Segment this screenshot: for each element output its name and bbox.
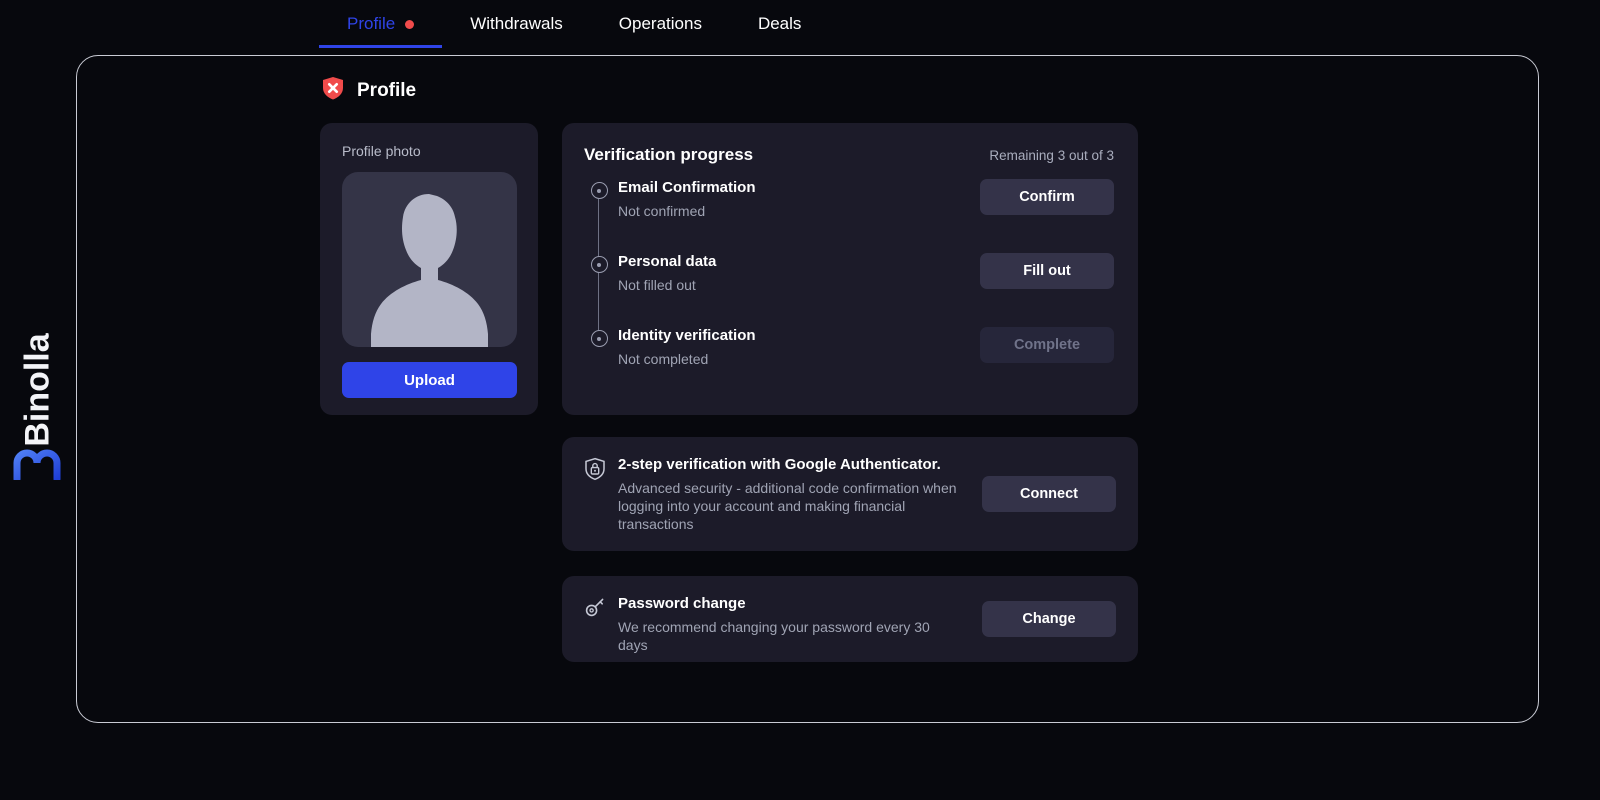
profile-photo-card: Profile photo Upload (320, 123, 538, 415)
password-description: We recommend changing your password ever… (618, 618, 958, 655)
step-text: Personal data Not filled out (614, 253, 980, 293)
two-factor-action: Connect (982, 476, 1116, 512)
upload-button[interactable]: Upload (342, 362, 517, 398)
tab-operations-label: Operations (619, 14, 702, 34)
change-button[interactable]: Change (982, 601, 1116, 637)
step-marker (584, 327, 614, 347)
avatar (342, 172, 517, 347)
step-action: Complete (980, 327, 1114, 363)
shield-x-icon (320, 75, 346, 106)
verification-steps: Email Confirmation Not confirmed Confirm… (584, 179, 1114, 401)
tab-bar: Profile Withdrawals Operations Deals (319, 4, 829, 50)
step-name: Identity verification (618, 327, 980, 346)
verification-remaining-count: Remaining 3 out of 3 (989, 148, 1114, 163)
step-marker (584, 179, 614, 199)
brand-wordmark-text: Binolla (21, 333, 55, 446)
tab-profile-label: Profile (347, 14, 395, 34)
step-text: Email Confirmation Not confirmed (614, 179, 980, 219)
complete-button[interactable]: Complete (980, 327, 1114, 363)
tab-notification-dot-icon (405, 20, 414, 29)
password-title: Password change (618, 594, 962, 614)
step-marker (584, 253, 614, 273)
verification-step-identity: Identity verification Not completed Comp… (584, 327, 1114, 401)
two-factor-card: 2-step verification with Google Authenti… (562, 437, 1138, 551)
confirm-button[interactable]: Confirm (980, 179, 1114, 215)
two-factor-body: 2-step verification with Google Authenti… (618, 455, 970, 534)
shield-lock-icon (584, 455, 606, 486)
step-circle-icon (591, 330, 608, 347)
verification-header: Verification progress Remaining 3 out of… (584, 145, 1114, 165)
two-factor-description: Advanced security - additional code conf… (618, 479, 958, 534)
key-icon (584, 594, 606, 623)
step-text: Identity verification Not completed (614, 327, 980, 367)
page-title-group: Profile (320, 75, 416, 106)
verification-step-email: Email Confirmation Not confirmed Confirm (584, 179, 1114, 253)
verification-progress-card: Verification progress Remaining 3 out of… (562, 123, 1138, 415)
page-title: Profile (357, 80, 416, 102)
password-body: Password change We recommend changing yo… (618, 594, 970, 654)
password-change-card: Password change We recommend changing yo… (562, 576, 1138, 662)
brand-rail: Binolla (0, 0, 76, 800)
password-action: Change (982, 601, 1116, 637)
tab-deals-label: Deals (758, 14, 801, 34)
verification-step-personal-data: Personal data Not filled out Fill out (584, 253, 1114, 327)
connect-button[interactable]: Connect (982, 476, 1116, 512)
step-action: Fill out (980, 253, 1114, 289)
step-name: Email Confirmation (618, 179, 980, 198)
step-status: Not filled out (618, 277, 980, 293)
tab-withdrawals-label: Withdrawals (470, 14, 563, 34)
step-name: Personal data (618, 253, 980, 272)
step-status: Not confirmed (618, 203, 980, 219)
two-factor-title: 2-step verification with Google Authenti… (618, 455, 962, 475)
step-action: Confirm (980, 179, 1114, 215)
tab-deals[interactable]: Deals (730, 4, 829, 48)
tab-profile[interactable]: Profile (319, 4, 442, 48)
fill-out-button[interactable]: Fill out (980, 253, 1114, 289)
verification-title: Verification progress (584, 145, 753, 165)
step-circle-icon (591, 256, 608, 273)
step-circle-icon (591, 182, 608, 199)
tab-withdrawals[interactable]: Withdrawals (442, 4, 591, 48)
profile-photo-label: Profile photo (342, 143, 516, 159)
step-status: Not completed (618, 351, 980, 367)
binolla-m-logo-icon (13, 446, 61, 480)
tab-operations[interactable]: Operations (591, 4, 730, 48)
